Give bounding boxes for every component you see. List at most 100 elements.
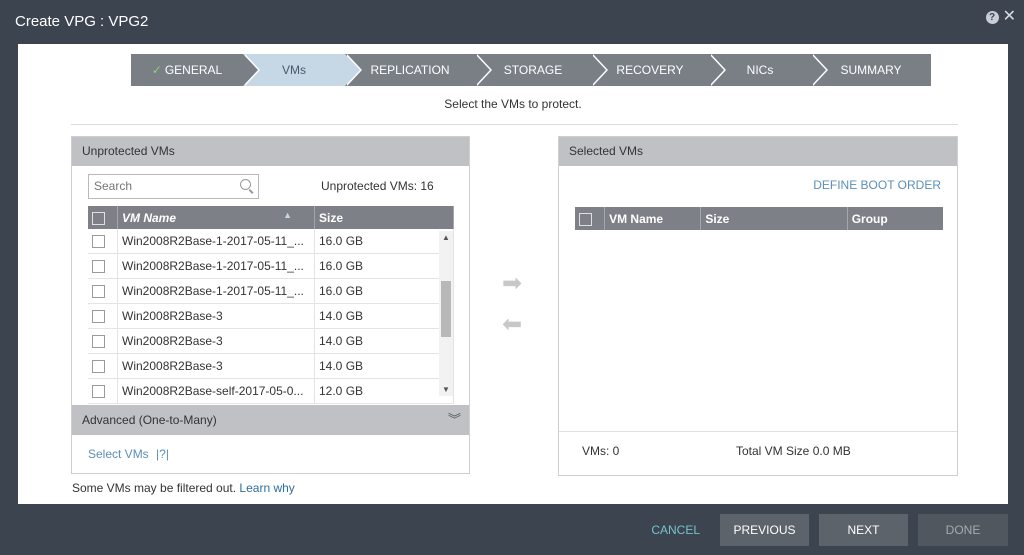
filter-note: Some VMs may be filtered out. Learn why [72, 481, 295, 495]
selected-table: VM Name Size Group [575, 207, 943, 230]
vm-name: Win2008R2Base-3 [117, 353, 315, 379]
row-checkbox[interactable] [92, 335, 105, 349]
header-label: Size [319, 210, 344, 225]
move-left-arrow-icon[interactable]: ⬅ [502, 310, 522, 339]
vm-size: 12.0 GB [314, 378, 454, 404]
header-label: VM Name [609, 211, 664, 226]
vm-size: 14.0 GB [314, 353, 454, 379]
select-all-checkbox[interactable] [579, 212, 592, 226]
table-header: VM Name ▲ Size [88, 206, 454, 229]
vm-name: Win2008R2Base-1-2017-05-11_... [117, 253, 315, 279]
panel-title: Selected VMs [559, 137, 957, 166]
vm-size: 16.0 GB [314, 253, 454, 279]
header-label: Group [851, 211, 888, 226]
step-replication[interactable]: REPLICATION [345, 54, 492, 86]
vm-size: 14.0 GB [314, 303, 454, 329]
select-vms-link[interactable]: Select VMs [88, 447, 149, 461]
vm-size: 14.0 GB [314, 328, 454, 354]
unprotected-count: Unprotected VMs: 16 [321, 179, 434, 193]
select-all-checkbox[interactable] [92, 211, 105, 225]
define-boot-order-link[interactable]: DEFINE BOOT ORDER [813, 178, 941, 192]
row-checkbox[interactable] [92, 285, 105, 299]
instruction-text: Select the VMs to protect. [444, 97, 582, 111]
double-chevron-down-icon[interactable]: ︾ [448, 405, 461, 435]
move-right-arrow-icon[interactable]: ➡ [502, 269, 522, 298]
filter-note-text: Some VMs may be filtered out. [72, 481, 237, 495]
header-vm-name[interactable]: VM Name [604, 207, 702, 230]
scroll-down-icon[interactable]: ▼ [442, 385, 450, 394]
total-vm-size: Total VM Size 0.0 MB [736, 444, 851, 458]
header-size[interactable]: Size [700, 207, 848, 230]
wizard-steps: ✓ GENERAL VMs REPLICATION STORAGE RECOVER… [131, 54, 931, 86]
table-row[interactable]: Win2008R2Base-1-2017-05-11_... 16.0 GB [88, 253, 454, 279]
step-label: GENERAL [164, 63, 223, 77]
step-storage[interactable]: STORAGE [475, 54, 608, 86]
help-icon[interactable]: ? [985, 10, 999, 24]
vm-name: Win2008R2Base-3 [117, 303, 315, 329]
table-row[interactable]: Win2008R2Base-3 14.0 GB [88, 353, 454, 379]
row-checkbox[interactable] [92, 310, 105, 324]
divider [71, 124, 958, 125]
check-icon: ✓ [151, 63, 162, 77]
help-link[interactable]: |?| [156, 447, 169, 461]
table-row[interactable]: Win2008R2Base-3 14.0 GB [88, 303, 454, 329]
header-vm-name[interactable]: VM Name ▲ [117, 206, 315, 229]
close-icon[interactable]: ✕ [1003, 9, 1016, 25]
table-header: VM Name Size Group [575, 207, 943, 230]
scrollbar[interactable]: ▲ ▼ [439, 231, 453, 396]
unprotected-table: VM Name ▲ Size Win2008R2Base-1-2017-05-1… [88, 206, 454, 404]
dialog-footer: CANCEL PREVIOUS NEXT DONE [651, 514, 1008, 546]
vm-size: 16.0 GB [314, 278, 454, 304]
done-button[interactable]: DONE [918, 514, 1008, 546]
step-summary[interactable]: SUMMARY [811, 54, 931, 86]
step-recovery[interactable]: RECOVERY [591, 54, 726, 86]
selected-summary: VMs: 0 Total VM Size 0.0 MB [559, 431, 957, 475]
header-label: VM Name [122, 210, 177, 225]
search-box[interactable] [88, 174, 259, 199]
table-row[interactable]: Win2008R2Base-3 14.0 GB [88, 328, 454, 354]
previous-button[interactable]: PREVIOUS [720, 514, 809, 546]
table-row[interactable]: Win2008R2Base-1-2017-05-11_... 16.0 GB [88, 229, 454, 254]
step-label: RECOVERY [616, 63, 684, 77]
vm-name: Win2008R2Base-3 [117, 328, 315, 354]
advanced-section-header[interactable]: Advanced (One-to-Many) ︾ [72, 405, 469, 435]
row-checkbox[interactable] [92, 385, 105, 399]
step-label: VMs [282, 63, 306, 77]
dialog-content: ✓ GENERAL VMs REPLICATION STORAGE RECOVER… [18, 44, 1008, 504]
panel-title: Unprotected VMs [72, 137, 469, 166]
step-label: NICs [746, 63, 774, 77]
header-label: Size [705, 211, 730, 226]
vm-size: 16.0 GB [314, 229, 454, 254]
title-bar: Create VPG : VPG2 ? ✕ [0, 0, 1024, 44]
sort-asc-icon: ▲ [283, 210, 292, 220]
header-select-all[interactable] [575, 207, 606, 230]
learn-why-link[interactable]: Learn why [239, 481, 294, 495]
selected-vms-panel: Selected VMs DEFINE BOOT ORDER VM Name S… [558, 136, 958, 476]
search-input[interactable] [89, 175, 234, 196]
step-label: SUMMARY [840, 63, 902, 77]
table-row[interactable]: Win2008R2Base-self-2017-05-0... 12.0 GB [88, 378, 454, 404]
row-checkbox[interactable] [92, 260, 105, 274]
step-label: REPLICATION [370, 63, 450, 77]
table-row[interactable]: Win2008R2Base-1-2017-05-11_... 16.0 GB [88, 278, 454, 304]
vm-name: Win2008R2Base-1-2017-05-11_... [117, 278, 315, 304]
step-label: STORAGE [503, 63, 563, 77]
row-checkbox[interactable] [92, 235, 105, 249]
vm-name: Win2008R2Base-self-2017-05-0... [117, 378, 315, 404]
advanced-label: Advanced (One-to-Many) [82, 413, 217, 427]
search-icon [240, 179, 251, 190]
step-general[interactable]: ✓ GENERAL [131, 54, 260, 86]
unprotected-vms-panel: Unprotected VMs Unprotected VMs: 16 VM N… [71, 136, 470, 474]
select-vms-row: Select VMs |?| [88, 447, 169, 461]
header-select-all[interactable] [88, 206, 118, 229]
header-size[interactable]: Size [314, 206, 454, 229]
scroll-up-icon[interactable]: ▲ [442, 233, 450, 242]
vms-count: VMs: 0 [582, 444, 620, 458]
scroll-thumb[interactable] [441, 281, 451, 337]
window-title: Create VPG : VPG2 [15, 13, 149, 30]
row-checkbox[interactable] [92, 360, 105, 374]
vm-name: Win2008R2Base-1-2017-05-11_... [117, 229, 315, 254]
next-button[interactable]: NEXT [819, 514, 908, 546]
cancel-button[interactable]: CANCEL [651, 523, 700, 537]
header-group[interactable]: Group [847, 207, 943, 230]
